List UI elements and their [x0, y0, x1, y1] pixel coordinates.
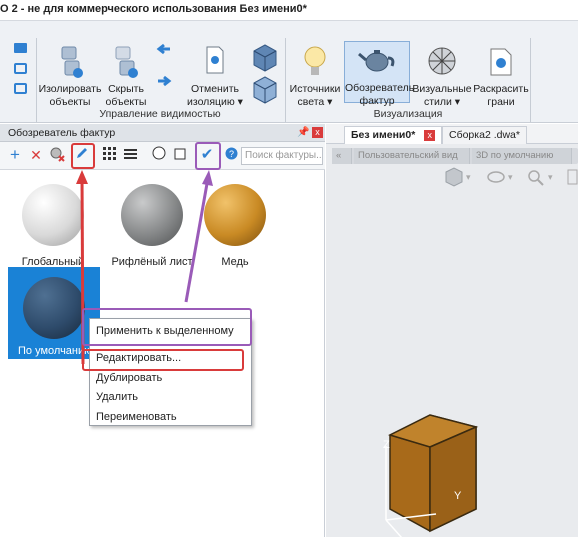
edit-menu-highlight	[82, 349, 244, 371]
styles-label-2: стили	[423, 96, 452, 108]
document-area: Без имени0* x Сборка2 .dwa* « Пользовате…	[326, 124, 578, 539]
isolate-label-2: объекты	[49, 96, 91, 108]
browser-label-1: Обозреватель	[345, 82, 415, 94]
ribbon-separator	[530, 38, 531, 122]
tab-label: Без имени0*	[351, 129, 416, 141]
ribbon-left-strip	[0, 21, 34, 123]
menu-item-rename[interactable]: Переименовать	[96, 411, 177, 423]
cancel-label-2: изоляцию	[187, 96, 235, 108]
menu-item-delete[interactable]: Удалить	[96, 391, 138, 403]
window-icon[interactable]	[14, 43, 27, 53]
svg-text:▾: ▾	[508, 172, 513, 182]
tab-assembly[interactable]: Сборка2 .dwa*	[442, 126, 527, 144]
ribbon-separator	[285, 38, 286, 122]
document-tabs: Без имени0* x Сборка2 .dwa*	[326, 124, 578, 144]
arrow-buttons	[154, 43, 174, 103]
paint-faces-button[interactable]: Раскрасить грани	[472, 43, 530, 109]
svg-text:▾: ▾	[466, 172, 471, 182]
viewport-nav-icons[interactable]: ▾ ▾ ▾	[436, 166, 578, 196]
globe-icon	[412, 43, 472, 81]
visual-styles-button[interactable]: Визуальные стили ▾	[412, 43, 472, 109]
axis-y-label: Y	[454, 490, 462, 502]
cancel-isolation-icon	[185, 43, 245, 81]
material-browser-button[interactable]: Обозреватель фактур	[344, 41, 414, 107]
hide-objects-button[interactable]: Скрыть объекты	[104, 43, 148, 109]
cancel-isolation-button[interactable]: Отменить изоляцию ▾	[185, 43, 245, 109]
axis-gizmo	[385, 446, 437, 539]
paint-faces-icon	[472, 43, 530, 81]
viewport-controls: « Пользовательский вид 3D по умолчанию	[332, 148, 578, 164]
frame2-icon[interactable]	[14, 83, 27, 94]
dropdown-arrow-icon[interactable]: ▾	[324, 96, 332, 108]
dropdown-arrow-icon[interactable]: ▾	[235, 96, 243, 108]
edges-label-2: грани	[487, 96, 515, 108]
frame-icon[interactable]	[14, 63, 27, 74]
isolate-objects-button[interactable]: Изолировать объекты	[38, 43, 102, 109]
hide-label-2: объекты	[105, 96, 147, 108]
view-selector[interactable]: Пользовательский вид	[354, 148, 470, 164]
isolate-icon	[38, 43, 102, 81]
svg-text:▾: ▾	[548, 172, 553, 182]
lights-label-1: Источники	[289, 83, 341, 95]
styles-label-1: Визуальные	[412, 83, 472, 95]
axis-z-label: Z	[383, 439, 390, 451]
edges-label-1: Раскрасить	[473, 83, 529, 95]
bulb-icon	[288, 43, 342, 81]
ribbon-separator	[36, 38, 37, 122]
visualization-group-label: Визуализация	[373, 108, 443, 120]
lights-label-2: света	[297, 96, 325, 108]
arrow-icons[interactable]	[154, 43, 174, 103]
tab-close-button[interactable]: x	[424, 130, 436, 141]
apply-menu-highlight	[82, 308, 252, 346]
tab-label: Сборка2 .dwa*	[449, 129, 520, 141]
hide-icon	[104, 43, 148, 81]
visual-style-selector[interactable]: 3D по умолчанию	[472, 148, 572, 164]
lights-button[interactable]: Источники света ▾	[288, 43, 342, 109]
teapot-icon	[345, 42, 409, 80]
cube-icons[interactable]	[250, 43, 280, 105]
window-title: O 2 - не для коммерческого использования…	[0, 0, 578, 20]
browser-label-2: фактур	[359, 95, 395, 107]
isolate-label-1: Изолировать	[38, 83, 102, 95]
cancel-label-1: Отменить	[191, 83, 239, 95]
visibility-group-label: Управление видимостью	[99, 108, 221, 120]
menu-item-duplicate[interactable]: Дублировать	[96, 372, 162, 384]
cube-buttons	[250, 43, 280, 105]
ribbon: Изолировать объекты Скрыть объекты Отмен…	[0, 20, 578, 123]
viewport-menu-button[interactable]: «	[332, 148, 352, 164]
hide-label-1: Скрыть	[108, 83, 144, 95]
tab-untitled[interactable]: Без имени0* x	[344, 126, 443, 144]
3d-viewport[interactable]: « Пользовательский вид 3D по умолчанию ▾…	[326, 144, 578, 539]
dropdown-arrow-icon[interactable]: ▾	[452, 96, 460, 108]
